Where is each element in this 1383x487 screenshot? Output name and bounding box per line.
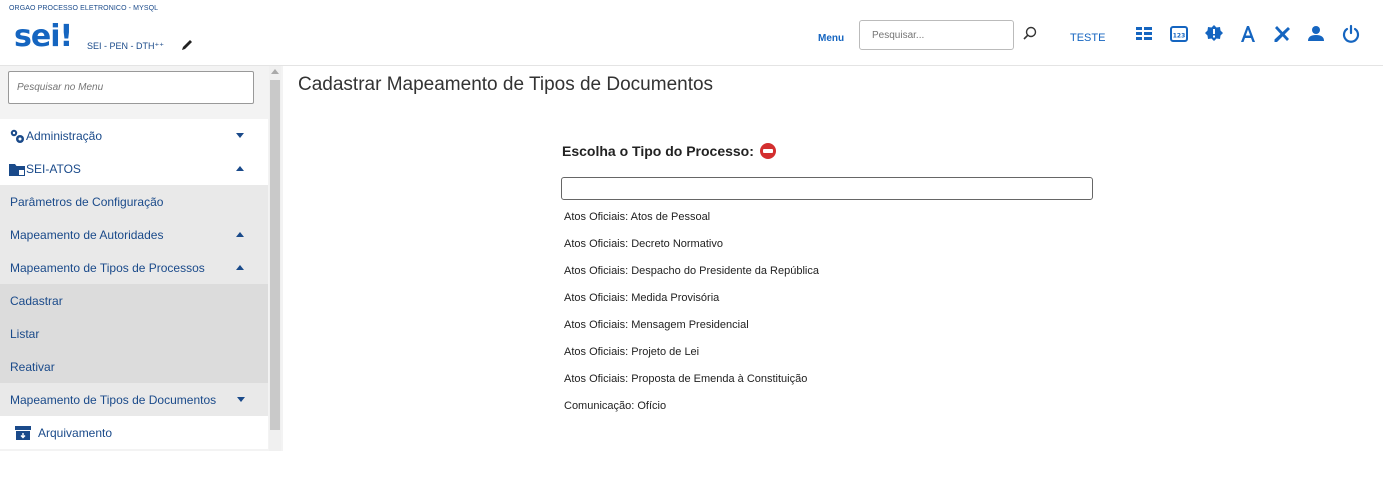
search-icon[interactable] [1022,26,1038,42]
list-icon[interactable] [1134,24,1154,44]
sidebar-item-sei-atos[interactable]: SEI-ATOS [0,152,268,185]
sidebar-item-mapeamento-tipos-documentos[interactable]: Mapeamento de Tipos de Documentos [0,383,268,416]
chevron-down-icon [236,133,244,138]
scroll-up-arrow-icon[interactable] [271,69,279,74]
menu-button[interactable]: Menu [818,33,844,44]
chevron-down-icon [237,397,245,402]
edit-pencil-icon[interactable] [180,38,194,52]
system-name: SEI - PEN - DTH⁺⁺ [87,41,165,51]
gears-icon [10,129,24,143]
page-title: Cadastrar Mapeamento de Tipos de Documen… [298,74,714,95]
list-item[interactable]: Atos Oficiais: Decreto Normativo [564,238,723,250]
list-item[interactable]: Atos Oficiais: Mensagem Presidencial [564,319,749,331]
chevron-up-icon [236,166,244,171]
archive-icon [15,425,31,440]
tipo-processo-input[interactable] [561,177,1093,200]
sidebar-item-listar[interactable]: Listar [0,317,268,350]
sidebar-item-mapeamento-tipos-processos[interactable]: Mapeamento de Tipos de Processos [0,251,268,284]
list-item[interactable]: Comunicação: Ofício [564,400,666,412]
list-item[interactable]: Atos Oficiais: Atos de Pessoal [564,211,710,223]
tipo-processo-label: Escolha o Tipo do Processo: [562,143,776,159]
badge-icon[interactable] [1204,24,1224,44]
sidebar-item-administracao[interactable]: Administração [0,119,268,152]
org-name: ORGAO PROCESSO ELETRONICO - MYSQL [9,5,159,12]
list-item[interactable]: Atos Oficiais: Projeto de Lei [564,346,699,358]
list-item[interactable]: Atos Oficiais: Proposta de Emenda à Cons… [564,373,807,385]
sidebar-item-cadastrar[interactable]: Cadastrar [0,284,268,317]
chevron-up-icon [236,265,244,270]
user-icon[interactable] [1306,24,1326,44]
chevron-up-icon [236,232,244,237]
sidebar-item-parametros[interactable]: Parâmetros de Configuração [0,185,268,218]
sidebar-item-mapeamento-autoridades[interactable]: Mapeamento de Autoridades [0,218,268,251]
search-input[interactable] [859,20,1014,50]
calendar-123-icon[interactable]: 123 [1169,24,1189,44]
remove-icon[interactable] [759,143,776,159]
menu-search-input[interactable] [8,71,254,104]
folder-icon [9,163,25,176]
tools-icon[interactable] [1272,24,1292,44]
unit-selector[interactable]: TESTE [1070,32,1105,44]
font-size-icon[interactable] [1238,24,1258,44]
power-icon[interactable] [1341,24,1361,44]
sei-logo[interactable]: sei! [14,22,73,52]
sidebar-scrollbar-thumb[interactable] [270,80,280,430]
list-item[interactable]: Atos Oficiais: Medida Provisória [564,292,719,304]
list-item[interactable]: Atos Oficiais: Despacho do Presidente da… [564,265,819,277]
sidebar-item-arquivamento[interactable]: Arquivamento [0,416,268,449]
sidebar-menu: Administração SEI-ATOS Parâmetros de Con… [0,66,283,451]
top-header: ORGAO PROCESSO ELETRONICO - MYSQL sei! S… [0,0,1383,66]
svg-text:123: 123 [1173,33,1186,40]
sidebar-item-reativar[interactable]: Reativar [0,350,268,383]
